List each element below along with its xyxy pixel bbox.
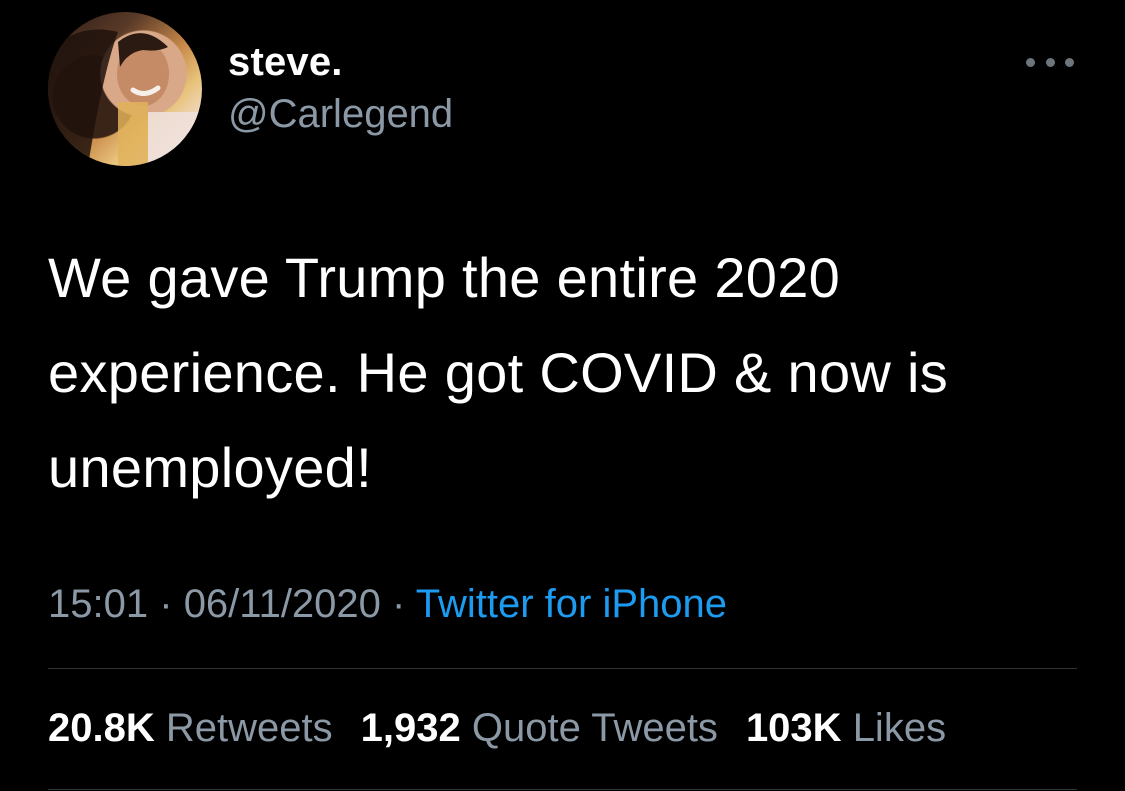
more-options-button[interactable]	[1026, 52, 1074, 72]
divider	[48, 789, 1077, 790]
tweet-text: We gave Trump the entire 2020 experience…	[48, 246, 949, 499]
avatar[interactable]	[48, 12, 202, 166]
quote-tweets-label: Quote Tweets	[471, 706, 718, 750]
user-handle[interactable]: @Carlegend	[228, 92, 453, 137]
display-name[interactable]: steve.	[228, 40, 343, 85]
retweets-label: Retweets	[165, 706, 333, 750]
tweet-time[interactable]: 15:01	[48, 582, 148, 626]
meta-separator: ·	[392, 582, 406, 626]
quote-tweets-stat[interactable]: 1,932 Quote Tweets	[361, 706, 718, 751]
tweet-detail: steve. @Carlegend We gave Trump the enti…	[0, 0, 1125, 791]
meta-separator: ·	[159, 582, 173, 626]
more-horizontal-icon	[1026, 57, 1035, 67]
likes-stat[interactable]: 103K Likes	[746, 706, 946, 751]
retweets-count: 20.8K	[48, 706, 155, 750]
likes-label: Likes	[852, 706, 947, 750]
avatar-photo	[48, 29, 202, 166]
likes-count: 103K	[745, 706, 842, 750]
retweets-stat[interactable]: 20.8K Retweets	[48, 706, 333, 751]
quote-tweets-count: 1,932	[360, 706, 461, 750]
tweet-meta: 15:01 · 06/11/2020 · Twitter for iPhone	[48, 582, 727, 627]
tweet-stats: 20.8K Retweets 1,932 Quote Tweets 103K L…	[48, 706, 946, 751]
divider	[48, 668, 1077, 669]
tweet-source-link[interactable]: Twitter for iPhone	[416, 582, 727, 626]
tweet-date[interactable]: 06/11/2020	[184, 582, 381, 626]
